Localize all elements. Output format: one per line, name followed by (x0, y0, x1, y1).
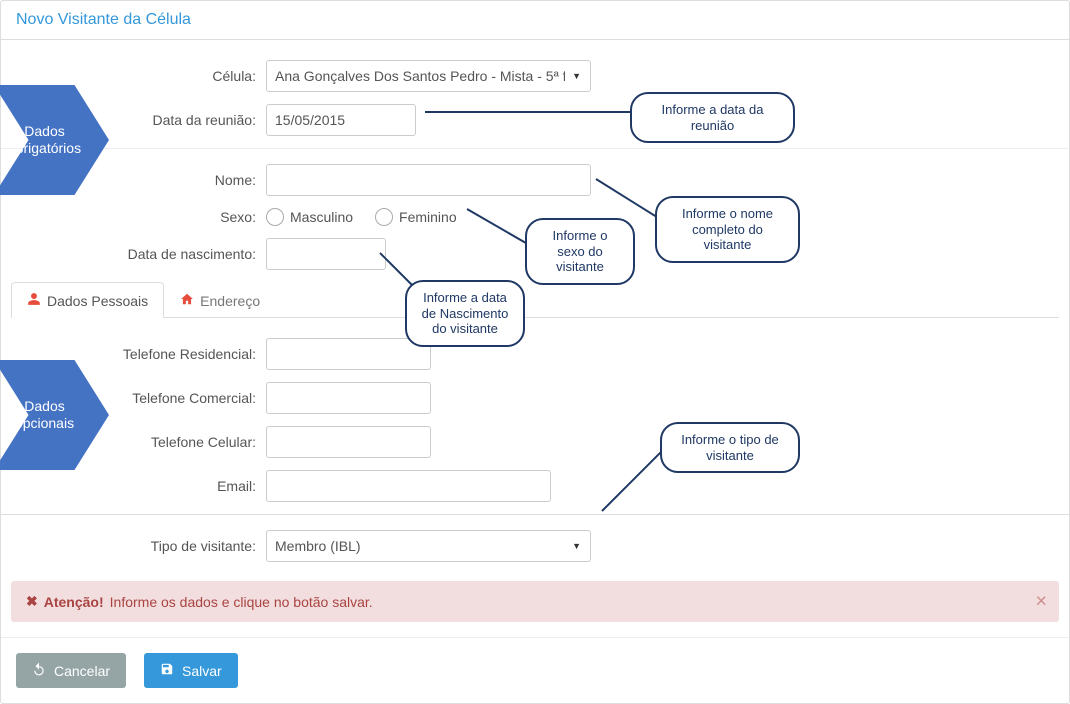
radio-masculino[interactable]: Masculino (266, 208, 353, 226)
alert-close-x-icon: ✖ (26, 593, 38, 610)
callout-connector (425, 111, 630, 113)
label-email: Email: (1, 478, 266, 494)
row-celula: Célula: Ana Gonçalves Dos Santos Pedro -… (1, 60, 1069, 92)
input-tel-cel[interactable] (266, 426, 431, 458)
alert-close-button[interactable]: × (1035, 590, 1047, 613)
tab-endereco-label: Endereço (200, 293, 260, 309)
input-tel-com[interactable] (266, 382, 431, 414)
undo-icon (32, 662, 46, 679)
user-icon (27, 292, 41, 309)
label-tel-res: Telefone Residencial: (1, 346, 266, 362)
radio-circle-icon (375, 208, 393, 226)
row-data-reuniao: Data da reunião: (1, 104, 1069, 136)
select-tipo-visitante[interactable]: Membro (IBL) (266, 530, 591, 562)
save-icon (160, 662, 174, 679)
home-icon (180, 292, 194, 309)
cancel-label: Cancelar (54, 663, 110, 679)
callout-nome: Informe o nome completo do visitante (655, 196, 800, 263)
save-button[interactable]: Salvar (144, 653, 238, 688)
callout-sexo: Informe o sexo do visitante (525, 218, 635, 285)
input-nascimento[interactable] (266, 238, 386, 270)
row-tel-com: Telefone Comercial: (1, 382, 1069, 414)
label-tipo: Tipo de visitante: (1, 538, 266, 554)
tab-dados-pessoais[interactable]: Dados Pessoais (11, 282, 164, 318)
select-celula[interactable]: Ana Gonçalves Dos Santos Pedro - Mista -… (266, 60, 591, 92)
radio-feminino[interactable]: Feminino (375, 208, 457, 226)
panel-body: Célula: Ana Gonçalves Dos Santos Pedro -… (1, 40, 1069, 581)
radio-group-sexo: Masculino Feminino (266, 208, 457, 226)
alert-text: Informe os dados e clique no botão salva… (110, 594, 373, 610)
input-email[interactable] (266, 470, 551, 502)
callout-tipo: Informe o tipo de visitante (660, 422, 800, 473)
input-tel-res[interactable] (266, 338, 431, 370)
row-email: Email: (1, 470, 1069, 502)
callout-data-reuniao: Informe a data da reunião (630, 92, 795, 143)
save-label: Salvar (182, 663, 222, 679)
callout-nascimento: Informe a data de Nascimento do visitant… (405, 280, 525, 347)
label-nascimento: Data de nascimento: (1, 246, 266, 262)
label-celula: Célula: (1, 68, 266, 84)
input-nome[interactable] (266, 164, 591, 196)
footer-actions: Cancelar Salvar (1, 637, 1069, 703)
tab-endereco[interactable]: Endereço (164, 282, 276, 318)
alert-strong: Atenção! (44, 594, 104, 610)
tab-dados-label: Dados Pessoais (47, 293, 148, 309)
radio-feminino-label: Feminino (399, 209, 457, 225)
tabs: Dados Pessoais Endereço (11, 282, 1059, 318)
cancel-button[interactable]: Cancelar (16, 653, 126, 688)
radio-masculino-label: Masculino (290, 209, 353, 225)
radio-circle-icon (266, 208, 284, 226)
row-tel-res: Telefone Residencial: (1, 338, 1069, 370)
row-nome: Nome: (1, 164, 1069, 196)
alert-warning: ✖ Atenção! Informe os dados e clique no … (11, 581, 1059, 622)
panel-title: Novo Visitante da Célula (1, 1, 1069, 40)
input-data-reuniao[interactable] (266, 104, 416, 136)
row-tel-cel: Telefone Celular: (1, 426, 1069, 458)
visitor-form-panel: Novo Visitante da Célula Célula: Ana Gon… (0, 0, 1070, 704)
label-sexo: Sexo: (1, 209, 266, 225)
row-tipo: Tipo de visitante: Membro (IBL) (1, 530, 1069, 562)
